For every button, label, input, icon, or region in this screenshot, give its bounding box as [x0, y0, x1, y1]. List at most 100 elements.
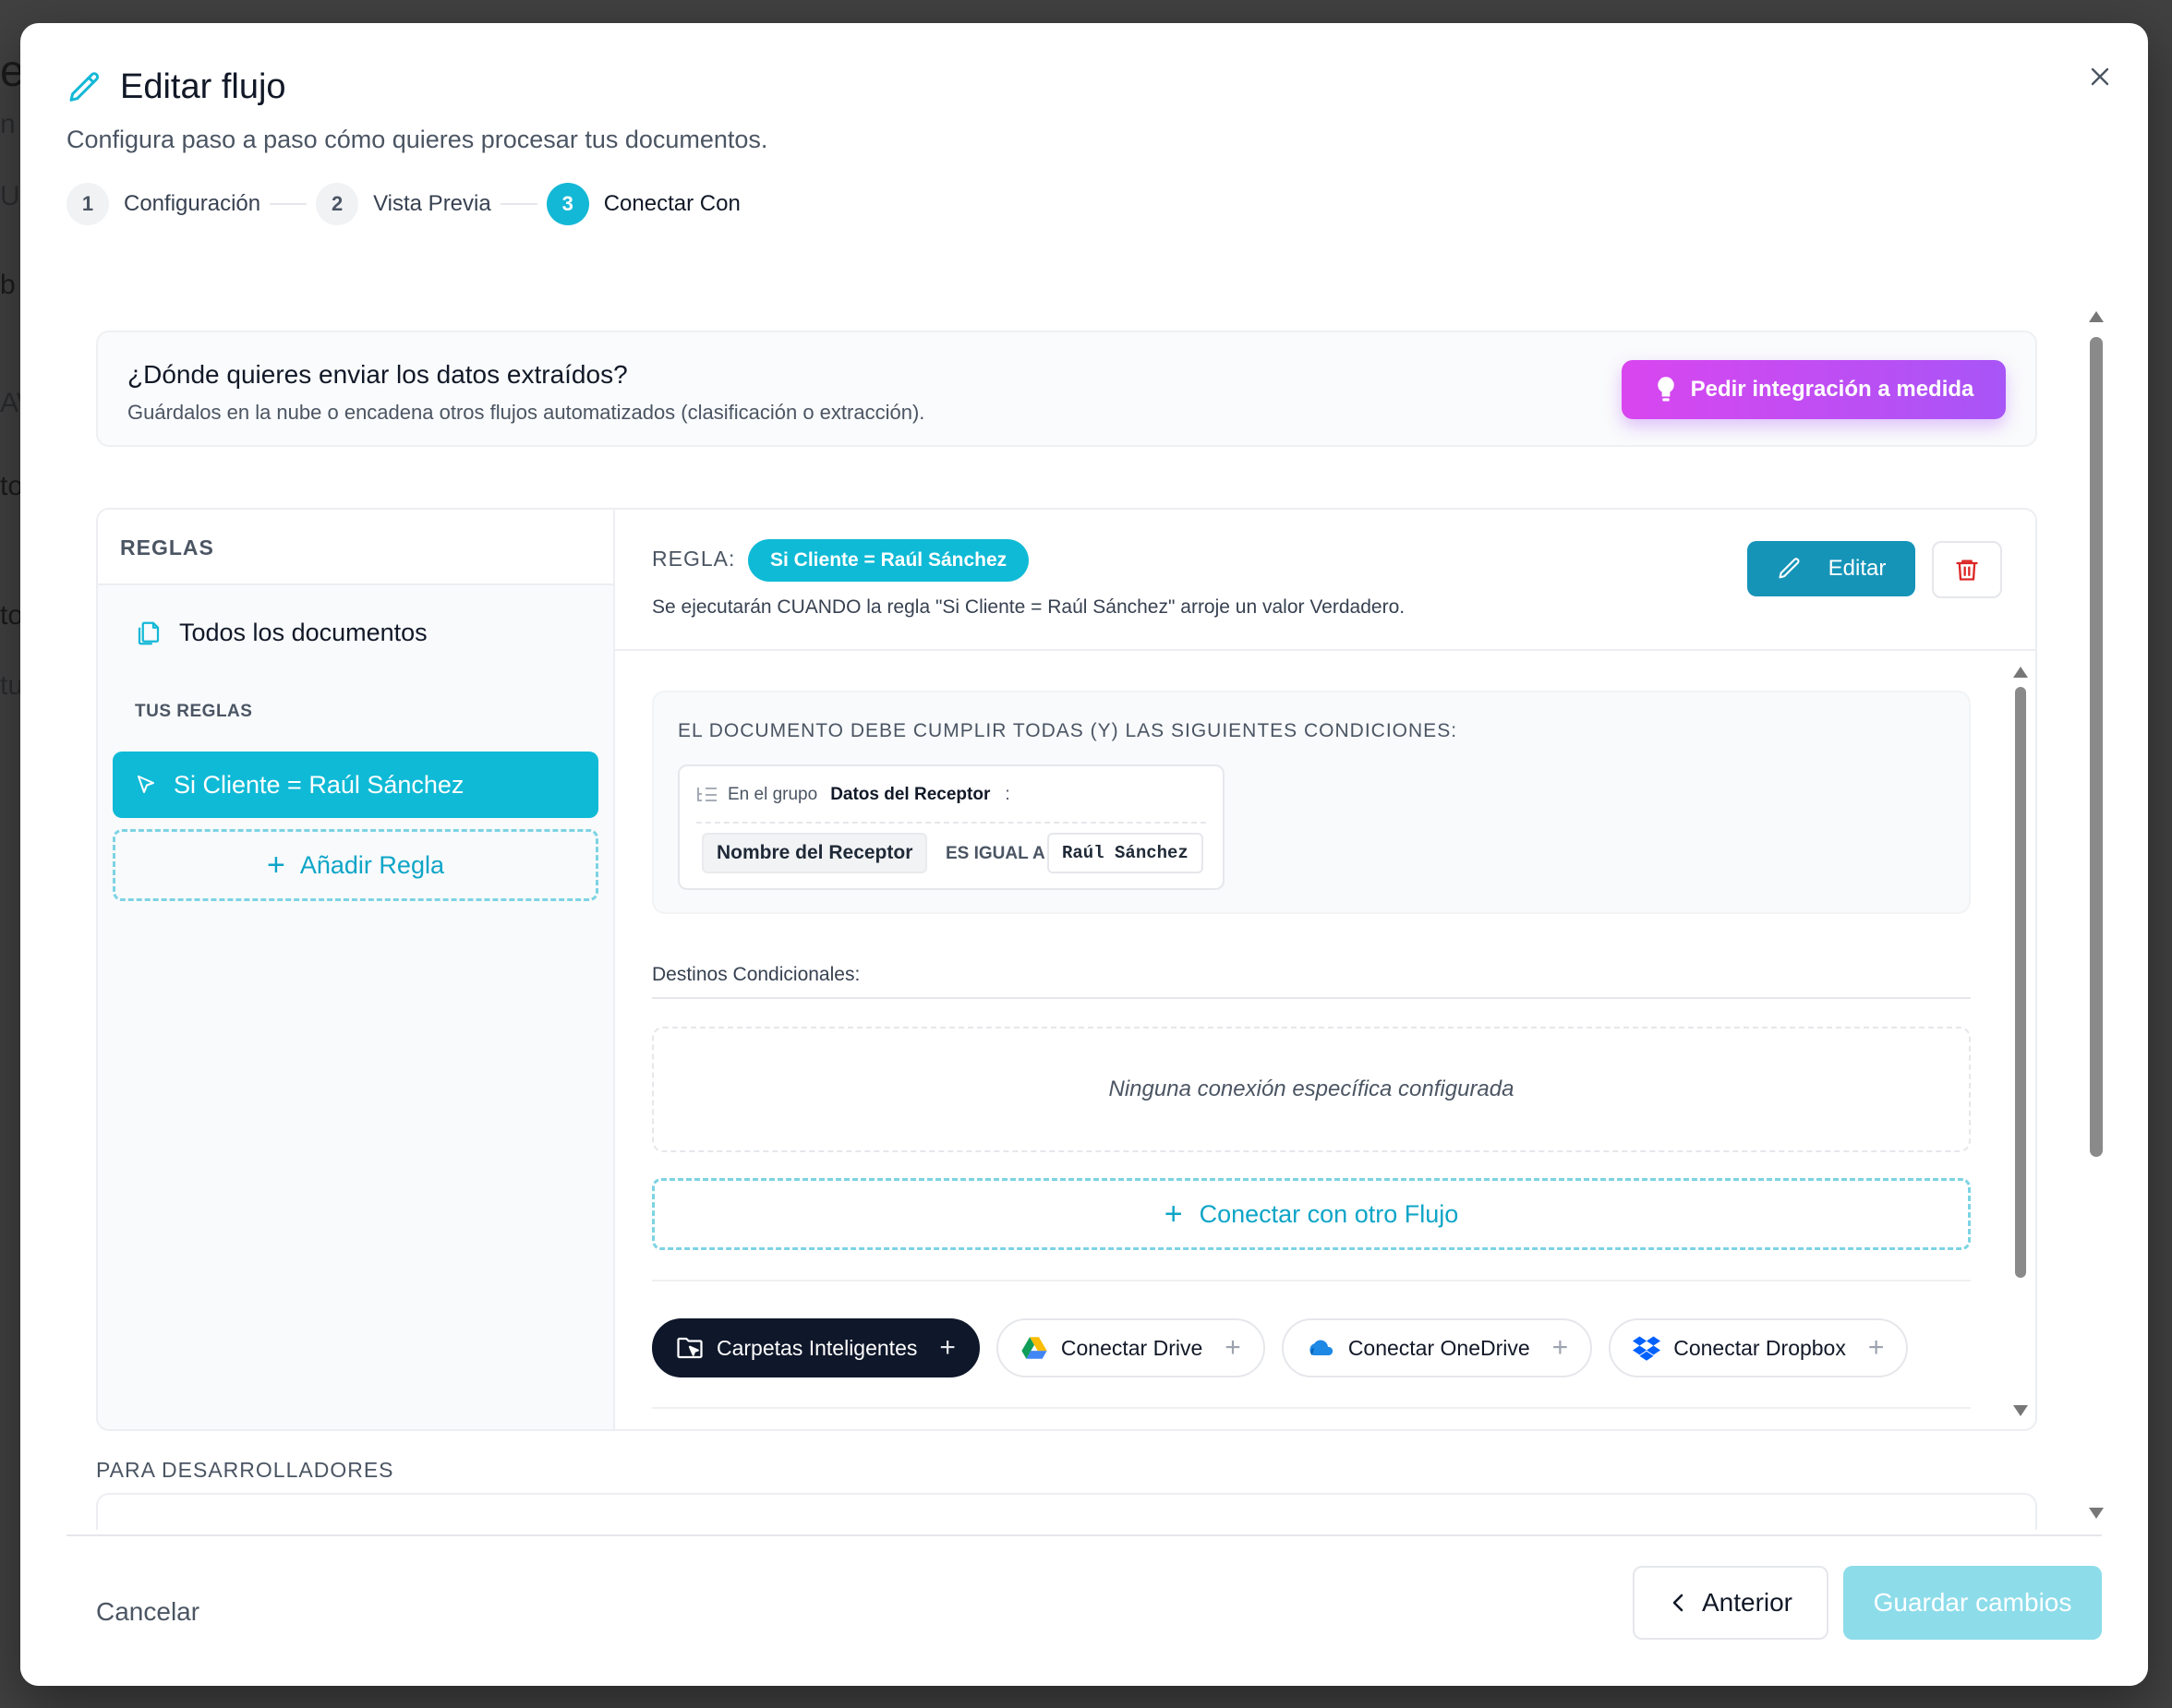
scroll-up-icon[interactable] [2089, 311, 2104, 322]
condition-group-suffix: : [1005, 785, 1010, 804]
plus-icon: + [1867, 1332, 1885, 1363]
conditional-destinations-label: Destinos Condicionales: [652, 964, 861, 985]
modal-subtitle: Configura paso a paso cómo quieres proce… [66, 126, 768, 153]
rule-item-label: Si Cliente = Raúl Sánchez [174, 770, 465, 799]
trash-icon [1956, 559, 1978, 581]
edit-rule-label: Editar [1828, 556, 1887, 581]
rule-detail-header: REGLA: Si Cliente = Raúl Sánchez Se ejec… [615, 510, 2035, 651]
all-documents-label: Todos los documentos [179, 619, 428, 646]
plus-icon: + [1551, 1332, 1569, 1363]
conditions-box: EL DOCUMENTO DEBE CUMPLIR TODAS (Y) LAS … [652, 691, 1971, 914]
step-connector [500, 203, 537, 205]
modal-footer: Cancelar Anterior Guardar cambios [20, 1534, 2148, 1686]
onedrive-icon [1309, 1340, 1333, 1355]
edit-rule-button[interactable]: Editar [1747, 541, 1915, 596]
rule-pill: Si Cliente = Raúl Sánchez [748, 539, 1030, 582]
scroll-down-icon[interactable] [2089, 1508, 2104, 1519]
rules-panel: REGLAS Todos los documentos TUS REGLAS S… [96, 508, 2037, 1431]
cancel-button[interactable]: Cancelar [96, 1597, 199, 1627]
condition-group: En el grupo Datos del Receptor : [696, 785, 1010, 805]
plus-icon: + [1225, 1332, 1241, 1363]
divider [652, 1280, 1971, 1281]
connect-drive-button[interactable]: Conectar Drive + [996, 1318, 1265, 1377]
step-connector [270, 203, 308, 205]
rule-detail: REGLA: Si Cliente = Raúl Sánchez Se ejec… [615, 510, 2035, 1429]
step-number: 2 [316, 183, 359, 225]
connector-label: Conectar Dropbox [1673, 1335, 1846, 1360]
documents-icon [138, 621, 160, 644]
cursor-icon [138, 776, 154, 793]
custom-integration-button[interactable]: Pedir integración a medida [1622, 360, 2006, 419]
step-number: 3 [546, 183, 589, 225]
developers-section-label: PARA DESARROLLADORES [96, 1458, 394, 1482]
connect-flow-button[interactable]: + Conectar con otro Flujo [652, 1178, 1971, 1250]
condition-divider [696, 822, 1206, 824]
destination-card: ¿Dónde quieres enviar los datos extraído… [96, 331, 2037, 447]
divider [66, 1534, 2102, 1536]
add-rule-button[interactable]: + Añadir Regla [113, 829, 598, 901]
close-icon [2091, 67, 2109, 86]
your-rules-label: TUS REGLAS [135, 702, 253, 721]
step-conectar-con[interactable]: 3 Conectar Con [546, 183, 741, 225]
stepper: 1 Configuración 2 Vista Previa 3 Conecta… [66, 183, 741, 225]
connect-dropbox-button[interactable]: Conectar Dropbox + [1609, 1318, 1909, 1377]
edit-flow-modal: Editar flujo Configura paso a paso cómo … [20, 23, 2148, 1686]
connectors-row: Carpetas Inteligentes + Conectar Drive +… [652, 1318, 1909, 1377]
connector-label: Carpetas Inteligentes [717, 1335, 918, 1360]
plus-icon: + [267, 848, 285, 883]
smart-folder-icon [677, 1337, 703, 1359]
all-documents-item[interactable]: Todos los documentos [135, 619, 428, 647]
delete-rule-button[interactable] [1932, 541, 2002, 598]
rule-item[interactable]: Si Cliente = Raúl Sánchez [113, 752, 598, 818]
divider [652, 997, 1971, 999]
step-vista-previa[interactable]: 2 Vista Previa [316, 183, 491, 225]
destination-question: ¿Dónde quieres enviar los datos extraído… [127, 360, 628, 389]
step-label: Configuración [124, 191, 261, 216]
step-label: Vista Previa [373, 191, 491, 216]
inner-scrollbar[interactable] [2011, 657, 2030, 1424]
scroll-up-icon[interactable] [2013, 667, 2028, 678]
condition-value: Raúl Sánchez [1047, 833, 1203, 873]
step-number: 1 [66, 183, 109, 225]
step-label: Conectar Con [603, 191, 741, 216]
previous-label: Anterior [1701, 1588, 1793, 1617]
add-rule-label: Añadir Regla [299, 850, 444, 879]
destination-description: Guárdalos en la nube o encadena otros fl… [127, 401, 925, 424]
conditions-title: EL DOCUMENTO DEBE CUMPLIR TODAS (Y) LAS … [678, 720, 1458, 741]
condition-card: En el grupo Datos del Receptor : Nombre … [678, 764, 1225, 890]
scrollbar-thumb[interactable] [2090, 337, 2103, 1157]
condition-operator: ES IGUAL A [946, 844, 1045, 863]
previous-button[interactable]: Anterior [1633, 1566, 1828, 1640]
step-configuracion[interactable]: 1 Configuración [66, 183, 260, 225]
chevron-left-icon [1672, 1594, 1683, 1612]
condition-field: Nombre del Receptor [702, 833, 928, 873]
rules-header: REGLAS [98, 510, 613, 585]
modal-scrollbar[interactable] [2085, 311, 2107, 1526]
smart-folders-button[interactable]: Carpetas Inteligentes + [652, 1318, 980, 1377]
divider [652, 1407, 1971, 1409]
plus-icon: + [1164, 1197, 1183, 1232]
condition-group-name: Datos del Receptor [830, 785, 991, 804]
rule-description: Se ejecutarán CUANDO la regla "Si Client… [652, 596, 1406, 618]
condition-group-prefix: En el grupo [728, 785, 818, 804]
custom-integration-label: Pedir integración a medida [1690, 377, 1974, 402]
connect-flow-label: Conectar con otro Flujo [1199, 1199, 1459, 1228]
dropbox-icon [1633, 1336, 1661, 1361]
rule-label: REGLA: [652, 547, 736, 571]
connector-label: Conectar Drive [1060, 1335, 1203, 1360]
scroll-down-icon[interactable] [2013, 1405, 2028, 1416]
pencil-icon [1779, 558, 1800, 579]
scrollbar-thumb[interactable] [2015, 687, 2026, 1278]
connector-label: Conectar OneDrive [1347, 1335, 1530, 1360]
modal-header: Editar flujo Configura paso a paso cómo … [66, 67, 767, 154]
lightbulb-icon [1657, 377, 1674, 402]
modal-title: Editar flujo [120, 67, 286, 106]
rules-sidebar: REGLAS Todos los documentos TUS REGLAS S… [98, 510, 615, 1429]
pencil-icon [69, 71, 100, 102]
connect-onedrive-button[interactable]: Conectar OneDrive + [1281, 1318, 1593, 1377]
list-tree-icon [697, 788, 717, 801]
close-button[interactable] [2080, 56, 2120, 97]
developers-panel [96, 1493, 2037, 1530]
save-changes-button[interactable]: Guardar cambios [1843, 1566, 2102, 1640]
no-connection-placeholder: Ninguna conexión específica configurada [652, 1027, 1971, 1152]
